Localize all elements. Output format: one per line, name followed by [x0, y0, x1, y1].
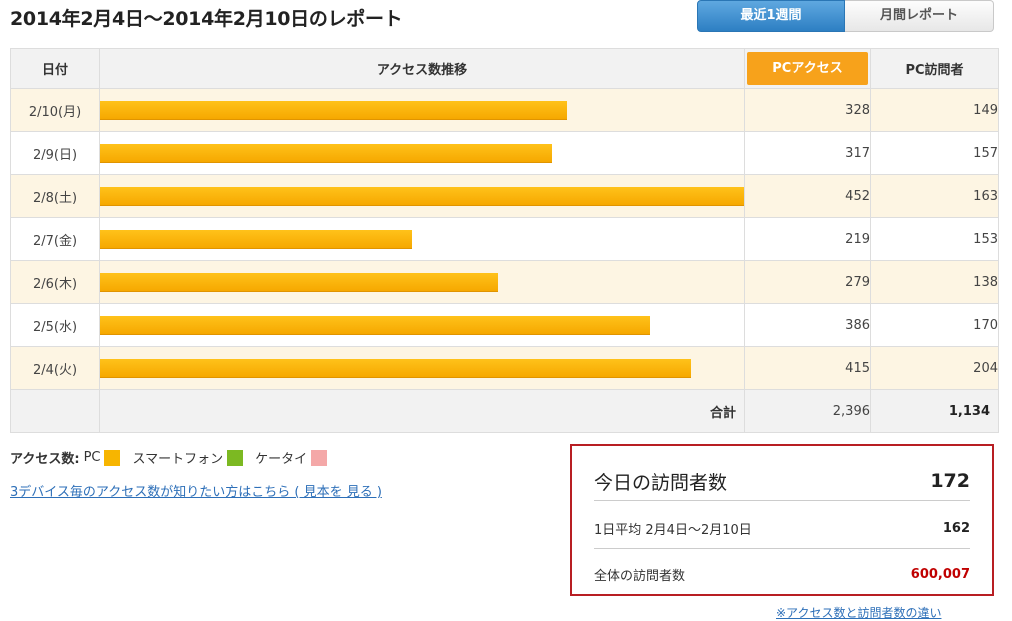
table-row: 2/4(火) 415 204 [10, 346, 999, 390]
pc-access-badge[interactable]: PCアクセス [747, 52, 868, 85]
row-pc-access: 219 [744, 217, 871, 261]
total-empty-cell [10, 389, 100, 433]
access-report-table: 日付 アクセス数推移 PCアクセス PC訪問者 2/10(月) 328 149 2/9… [10, 48, 999, 433]
table-row: 2/9(日) 317 157 [10, 131, 999, 175]
row-trend-cell [99, 217, 745, 261]
report-tabs: 最近1週間 月間レポート [697, 0, 994, 32]
daily-average-row: 1日平均 2月4日〜2月10日 162 [594, 508, 970, 549]
row-date: 2/9(日) [10, 131, 100, 175]
row-pc-access: 279 [744, 260, 871, 304]
total-visitors-label: 全体の訪問者数 [594, 568, 686, 584]
header-date: 日付 [10, 48, 100, 89]
row-pc-visitors: 149 [870, 88, 999, 132]
row-pc-visitors: 153 [870, 217, 999, 261]
table-row: 2/7(金) 219 153 [10, 217, 999, 261]
legend-smartphone-label: スマートフォン [132, 452, 224, 467]
total-row: 合計 2,396 1,134 [10, 389, 999, 433]
legend-label: アクセス数: [10, 452, 80, 467]
total-access: 2,396 [744, 389, 871, 433]
legend-keitai-label: ケータイ [255, 452, 308, 467]
tab-monthly[interactable]: 月間レポート [845, 0, 994, 32]
row-trend-cell [99, 174, 745, 218]
row-pc-visitors: 204 [870, 346, 999, 390]
row-pc-visitors: 170 [870, 303, 999, 347]
row-trend-cell [99, 303, 745, 347]
row-trend-cell [99, 260, 745, 304]
page-title: 2014年2月4日〜2014年2月10日のレポート [10, 8, 403, 30]
table-header-row: 日付 アクセス数推移 PCアクセス PC訪問者 [10, 48, 999, 89]
row-pc-access: 328 [744, 88, 871, 132]
row-pc-access: 317 [744, 131, 871, 175]
legend-smartphone-swatch [227, 449, 244, 466]
table-row: 2/6(木) 279 138 [10, 260, 999, 304]
row-trend-cell [99, 346, 745, 390]
table-row: 2/5(水) 386 170 [10, 303, 999, 347]
row-pc-access: 386 [744, 303, 871, 347]
daily-average-label: 1日平均 2月4日〜2月10日 [594, 522, 752, 538]
device-legend: アクセス数: PC スマートフォン ケータイ [10, 448, 339, 467]
daily-average-value: 162 [942, 520, 970, 536]
legend-pc-label: PC [83, 450, 101, 465]
today-visitors-value: 172 [930, 470, 970, 492]
legend-keitai-swatch [311, 449, 328, 466]
total-visitors-row: 全体の訪問者数 600,007 [594, 554, 970, 594]
row-date: 2/7(金) [10, 217, 100, 261]
row-date: 2/10(月) [10, 88, 100, 132]
access-bar [100, 359, 691, 378]
row-pc-visitors: 163 [870, 174, 999, 218]
table-row: 2/8(土) 452 163 [10, 174, 999, 218]
header-trend: アクセス数推移 [99, 48, 745, 89]
access-bar [100, 316, 650, 335]
today-visitors-label: 今日の訪問者数 [594, 471, 728, 494]
tab-weekly[interactable]: 最近1週間 [697, 0, 845, 32]
total-label: 合計 [99, 389, 745, 433]
row-date: 2/6(木) [10, 260, 100, 304]
row-date: 2/8(土) [10, 174, 100, 218]
row-date: 2/4(火) [10, 346, 100, 390]
total-visitors-value: 600,007 [910, 566, 970, 582]
access-bar [100, 273, 498, 292]
today-visitors-row: 今日の訪問者数 172 [594, 462, 970, 501]
device-breakdown-link[interactable]: 3デバイス毎のアクセス数が知りたい方はこちら ( 見本を 見る ) [10, 481, 382, 500]
header-pc-visitors[interactable]: PC訪問者 [870, 48, 999, 89]
access-bar [100, 187, 744, 206]
legend-pc-swatch [104, 449, 121, 466]
row-pc-access: 452 [744, 174, 871, 218]
total-visitors: 1,134 [870, 389, 999, 433]
access-bar [100, 230, 412, 249]
access-vs-visitors-link[interactable]: ※アクセス数と訪問者数の違い [776, 604, 941, 621]
access-bar [100, 144, 552, 163]
access-bar [100, 101, 567, 120]
row-pc-visitors: 138 [870, 260, 999, 304]
row-pc-visitors: 157 [870, 131, 999, 175]
visitors-summary-box: 今日の訪問者数 172 1日平均 2月4日〜2月10日 162 全体の訪問者数 … [570, 444, 994, 596]
row-trend-cell [99, 131, 745, 175]
row-pc-access: 415 [744, 346, 871, 390]
row-date: 2/5(水) [10, 303, 100, 347]
table-row: 2/10(月) 328 149 [10, 88, 999, 132]
row-trend-cell [99, 88, 745, 132]
header-pc-access[interactable]: PCアクセス [744, 48, 871, 89]
